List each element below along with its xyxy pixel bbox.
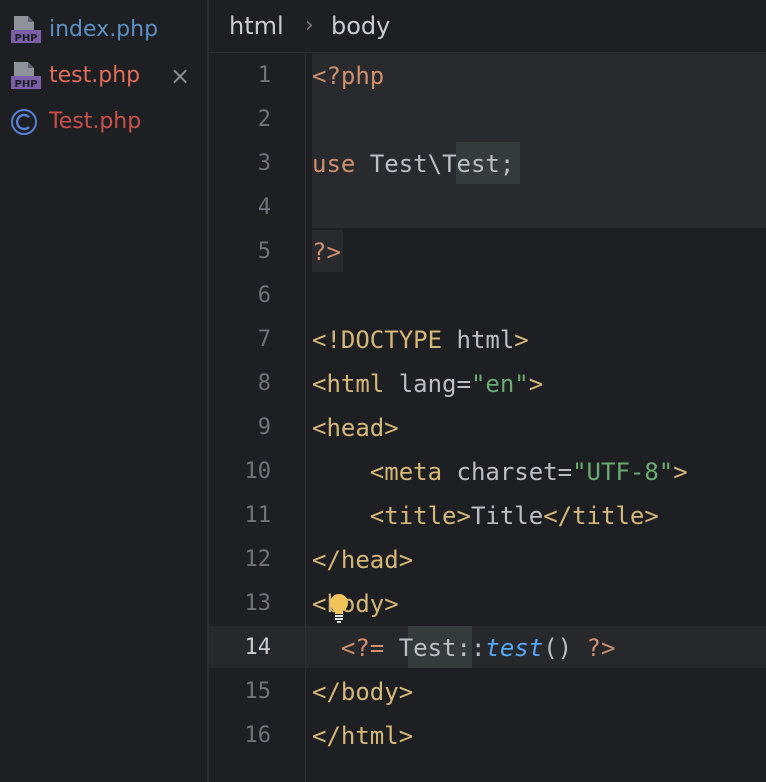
title-open-tag: <title> xyxy=(312,502,471,530)
php-file-icon: PHP xyxy=(11,62,41,90)
body-open-tag: <body> xyxy=(312,590,399,618)
code-line-12[interactable]: </head> xyxy=(312,538,413,582)
line-number[interactable]: 3 xyxy=(209,142,271,186)
code-line-16[interactable]: </html> xyxy=(312,714,413,758)
code-line-10[interactable]: <meta charset="UTF-8"> xyxy=(312,450,688,494)
tag-end: > xyxy=(528,370,544,398)
line-number[interactable]: 8 xyxy=(209,362,271,406)
php-close-tag: ?> xyxy=(572,634,616,662)
line-number[interactable]: 15 xyxy=(209,670,272,714)
php-echo-tag: <?= xyxy=(312,634,385,662)
project-file-list: PHP index.php PHP test.php × Test.php xyxy=(0,0,207,782)
charset-attribute: charset xyxy=(442,458,558,486)
line-number[interactable]: 5 xyxy=(209,230,271,274)
code-line-13[interactable]: <body> xyxy=(312,582,399,626)
breadcrumb-item-body[interactable]: body xyxy=(331,12,390,40)
line-number[interactable]: 13 xyxy=(209,582,272,626)
line-number[interactable]: 7 xyxy=(209,318,271,362)
attribute-value: "en" xyxy=(470,370,529,398)
semicolon: ; xyxy=(499,150,515,178)
head-open-tag: <head> xyxy=(312,414,399,442)
meta-open-tag: <meta xyxy=(312,458,443,486)
method-call: test xyxy=(485,634,544,662)
php-open-tag: <?php xyxy=(312,62,385,90)
code-line-14[interactable]: <?= Test::test() ?> xyxy=(312,626,616,670)
title-close-tag: </title> xyxy=(543,502,659,530)
doctype-value: html xyxy=(442,326,515,354)
file-label: test.php xyxy=(49,63,141,88)
line-number[interactable]: 6 xyxy=(209,274,271,318)
code-line-3[interactable]: use Test\Test; xyxy=(312,142,514,186)
scope-operator: :: xyxy=(456,634,486,662)
code-line-11[interactable]: <title>Title</title> xyxy=(312,494,659,538)
line-number[interactable]: 16 xyxy=(209,714,272,758)
line-number[interactable]: 10 xyxy=(209,450,272,494)
equals: = xyxy=(456,370,471,398)
line-number[interactable]: 12 xyxy=(209,538,272,582)
svg-text:PHP: PHP xyxy=(14,79,37,90)
class-c-icon xyxy=(11,109,37,135)
file-item-test-php[interactable]: PHP test.php × xyxy=(0,56,207,96)
line-number[interactable]: 9 xyxy=(209,406,271,450)
lang-attribute: lang xyxy=(384,370,457,398)
tag-end: > xyxy=(514,326,529,354)
file-label: index.php xyxy=(49,17,159,42)
html-open-tag: <html xyxy=(312,370,385,398)
close-icon[interactable]: × xyxy=(170,56,190,96)
line-number[interactable]: 11 xyxy=(209,494,272,538)
code-line-7[interactable]: <!DOCTYPE html> xyxy=(312,318,529,362)
line-number[interactable]: 4 xyxy=(209,186,271,230)
parentheses: () xyxy=(543,634,573,662)
file-item-test-class-php[interactable]: Test.php xyxy=(0,102,207,142)
namespace: Test\ xyxy=(369,150,443,178)
equals: = xyxy=(557,458,573,486)
gutter-separator xyxy=(305,53,306,782)
breadcrumb: html › body xyxy=(209,0,766,53)
svg-text:PHP: PHP xyxy=(14,33,37,44)
head-close-tag: </head> xyxy=(312,546,414,574)
breadcrumb-item-html[interactable]: html xyxy=(229,12,284,40)
lightbulb-icon[interactable] xyxy=(327,592,351,624)
code-line-5[interactable]: ?> xyxy=(312,230,341,274)
code-line-15[interactable]: </body> xyxy=(312,670,413,714)
class-name: Test xyxy=(398,634,457,662)
tag-end: > xyxy=(673,458,688,486)
use-keyword: use xyxy=(312,150,356,178)
file-label: Test.php xyxy=(49,109,142,134)
line-number-current[interactable]: 14 xyxy=(209,626,272,670)
php-file-icon: PHP xyxy=(11,16,41,44)
doctype-tag: <!DOCTYPE xyxy=(312,326,443,354)
line-number[interactable]: 2 xyxy=(209,98,271,142)
title-text: Title xyxy=(470,502,544,530)
file-item-index-php[interactable]: PHP index.php xyxy=(0,10,207,50)
class-name: Test xyxy=(442,150,500,178)
code-line-9[interactable]: <head> xyxy=(312,406,399,450)
body-close-tag: </body> xyxy=(312,678,414,706)
breadcrumb-separator: › xyxy=(305,13,314,38)
php-close-tag: ?> xyxy=(312,238,341,266)
code-line-8[interactable]: <html lang="en"> xyxy=(312,362,543,406)
html-close-tag: </html> xyxy=(312,722,414,750)
line-number[interactable]: 1 xyxy=(209,54,271,98)
attribute-value: "UTF-8" xyxy=(572,458,674,486)
code-line-1[interactable]: <?php xyxy=(312,54,384,98)
